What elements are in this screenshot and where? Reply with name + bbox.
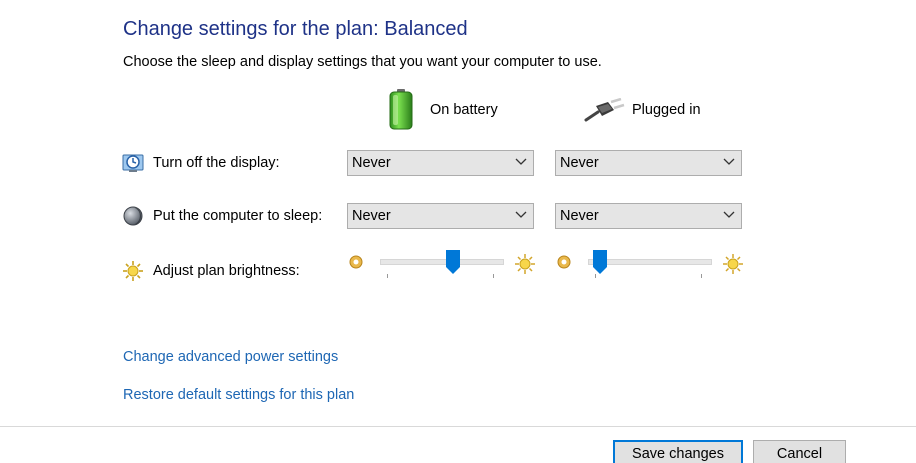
slider-tick	[595, 274, 596, 278]
chevron-down-icon	[723, 211, 735, 218]
display-off-plugged-select[interactable]: Never	[555, 150, 742, 176]
brightness-label: Adjust plan brightness:	[153, 263, 300, 279]
plugged-in-label: Plugged in	[632, 102, 701, 118]
slider-track	[380, 259, 504, 265]
on-battery-label: On battery	[430, 102, 498, 118]
select-value: Never	[352, 155, 391, 171]
chevron-down-icon	[515, 158, 527, 165]
dim-sun-icon	[349, 255, 363, 269]
footer-divider	[0, 426, 916, 427]
bright-sun-icon	[722, 253, 744, 275]
moon-sleep-icon	[122, 205, 144, 227]
page-title: Change settings for the plan: Balanced	[123, 18, 468, 40]
battery-icon	[388, 88, 414, 130]
page-subtitle: Choose the sleep and display settings th…	[123, 54, 602, 70]
restore-defaults-link[interactable]: Restore default settings for this plan	[123, 387, 354, 403]
slider-thumb[interactable]	[446, 250, 461, 274]
sleep-battery-select[interactable]: Never	[347, 203, 534, 229]
turn-off-display-label: Turn off the display:	[153, 155, 280, 171]
advanced-power-settings-link[interactable]: Change advanced power settings	[123, 349, 338, 365]
chevron-down-icon	[723, 158, 735, 165]
select-value: Never	[560, 208, 599, 224]
display-clock-icon	[122, 152, 144, 174]
cancel-button[interactable]: Cancel	[753, 440, 846, 463]
save-changes-button[interactable]: Save changes	[613, 440, 743, 463]
slider-tick	[493, 274, 494, 278]
bright-sun-icon	[514, 253, 536, 275]
select-value: Never	[560, 155, 599, 171]
sun-brightness-icon	[122, 260, 144, 282]
display-off-battery-select[interactable]: Never	[347, 150, 534, 176]
select-value: Never	[352, 208, 391, 224]
dim-sun-icon	[557, 255, 571, 269]
sleep-plugged-select[interactable]: Never	[555, 203, 742, 229]
power-plug-icon	[584, 97, 626, 122]
chevron-down-icon	[515, 211, 527, 218]
power-plan-settings-page: Change settings for the plan: Balanced C…	[0, 0, 916, 463]
slider-thumb[interactable]	[593, 250, 608, 274]
slider-tick	[701, 274, 702, 278]
sleep-label: Put the computer to sleep:	[153, 208, 323, 224]
slider-tick	[387, 274, 388, 278]
